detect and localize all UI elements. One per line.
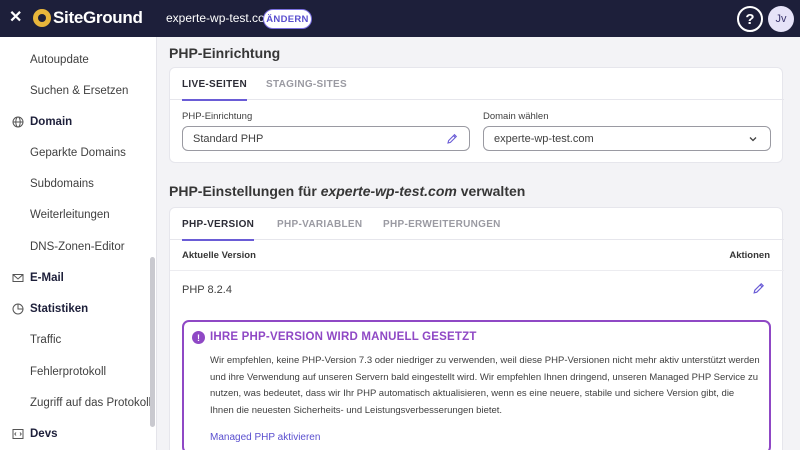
sidebar-item-search-replace[interactable]: Suchen & Ersetzen xyxy=(30,85,128,97)
logo-mark-icon xyxy=(33,9,51,27)
php-setup-title: PHP-Einrichtung xyxy=(169,45,281,61)
domain-select-label: Domain wählen xyxy=(483,111,549,122)
domain-select[interactable]: experte-wp-test.com xyxy=(483,126,771,151)
activate-managed-php-link[interactable]: Managed PHP aktivieren xyxy=(210,432,320,443)
tab-php-version[interactable]: PHP-VERSION xyxy=(182,208,255,241)
sidebar-item-parked-domains[interactable]: Geparkte Domains xyxy=(30,147,126,159)
tab-staging-sites[interactable]: STAGING-SITES xyxy=(266,68,347,100)
php-settings-card: PHP-VERSION PHP-VARIABLEN PHP-ERWEITERUN… xyxy=(169,207,784,450)
sidebar-section-statistics[interactable]: Statistiken xyxy=(12,303,88,315)
php-settings-tabs: PHP-VERSION PHP-VARIABLEN PHP-ERWEITERUN… xyxy=(170,208,784,241)
sidebar-item-traffic[interactable]: Traffic xyxy=(30,334,61,346)
edit-pencil-icon[interactable] xyxy=(445,132,459,146)
php-setup-card: LIVE-SEITEN STAGING-SITES PHP-Einrichtun… xyxy=(169,67,784,163)
sidebar-scrollbar[interactable] xyxy=(150,257,155,427)
php-settings-title-suffix: verwalten xyxy=(456,183,526,199)
mail-icon xyxy=(12,272,24,284)
help-button[interactable]: ? xyxy=(737,6,763,32)
site-domain-label: experte-wp-test.com xyxy=(166,11,275,25)
php-settings-title-prefix: PHP-Einstellungen für xyxy=(169,183,321,199)
php-setup-label: PHP-Einrichtung xyxy=(182,111,253,122)
sidebar-item-dns-zone-editor[interactable]: DNS-Zonen-Editor xyxy=(30,241,125,253)
sidebar: Autoupdate Suchen & Ersetzen Domain Gepa… xyxy=(0,37,157,450)
sidebar-item-error-log[interactable]: Fehlerprotokoll xyxy=(30,366,106,378)
manual-version-alert: ! IHRE PHP-VERSION WIRD MANUELL GESETZT … xyxy=(182,320,771,450)
php-settings-title: PHP-Einstellungen für experte-wp-test.co… xyxy=(169,183,525,199)
code-icon xyxy=(12,428,24,440)
php-setup-tabs: LIVE-SEITEN STAGING-SITES xyxy=(170,68,784,101)
domain-select-value: experte-wp-test.com xyxy=(494,132,594,145)
sidebar-item-autoupdate[interactable]: Autoupdate xyxy=(30,54,89,66)
change-site-button[interactable]: ÄNDERN xyxy=(263,9,312,29)
php-settings-title-domain: experte-wp-test.com xyxy=(320,183,457,199)
alert-title: IHRE PHP-VERSION WIRD MANUELL GESETZT xyxy=(210,331,477,343)
chevron-down-icon xyxy=(746,132,760,146)
current-php-version: PHP 8.2.4 xyxy=(182,284,232,296)
sidebar-section-email[interactable]: E-Mail xyxy=(12,272,64,284)
column-header-actions: Aktionen xyxy=(729,250,770,261)
close-icon[interactable]: ✕ xyxy=(9,9,23,27)
php-setup-value: Standard PHP xyxy=(193,132,264,145)
tab-php-extensions[interactable]: PHP-ERWEITERUNGEN xyxy=(383,208,501,240)
column-header-current-version: Aktuelle Version xyxy=(182,250,256,261)
user-avatar[interactable]: Jv xyxy=(768,6,794,32)
top-bar: ✕ SiteGround experte-wp-test.com ÄNDERN … xyxy=(0,0,800,37)
edit-version-icon[interactable] xyxy=(752,282,766,296)
globe-icon xyxy=(12,116,24,128)
sidebar-section-label: Devs xyxy=(30,428,58,440)
sidebar-item-redirects[interactable]: Weiterleitungen xyxy=(30,209,110,221)
sidebar-section-devs[interactable]: Devs xyxy=(12,428,58,440)
sidebar-item-subdomains[interactable]: Subdomains xyxy=(30,178,94,190)
sidebar-section-label: Domain xyxy=(30,116,73,128)
tab-php-variables[interactable]: PHP-VARIABLEN xyxy=(277,208,362,240)
sidebar-section-label: Statistiken xyxy=(30,303,89,315)
alert-body: Wir empfehlen, keine PHP-Version 7.3 ode… xyxy=(210,355,760,416)
pie-chart-icon xyxy=(12,303,24,315)
table-divider xyxy=(170,270,784,271)
sidebar-item-access-log[interactable]: Zugriff auf das Protokoll xyxy=(30,397,151,409)
php-setup-field[interactable]: Standard PHP xyxy=(182,126,470,151)
siteground-logo[interactable]: SiteGround xyxy=(33,8,143,28)
tab-live-sites[interactable]: LIVE-SEITEN xyxy=(182,68,247,101)
sidebar-section-domain[interactable]: Domain xyxy=(12,116,72,128)
main-content: PHP-Einrichtung LIVE-SEITEN STAGING-SITE… xyxy=(157,37,800,450)
info-icon: ! xyxy=(192,331,205,344)
logo-text: SiteGround xyxy=(53,8,143,27)
sidebar-section-label: E-Mail xyxy=(30,272,64,284)
